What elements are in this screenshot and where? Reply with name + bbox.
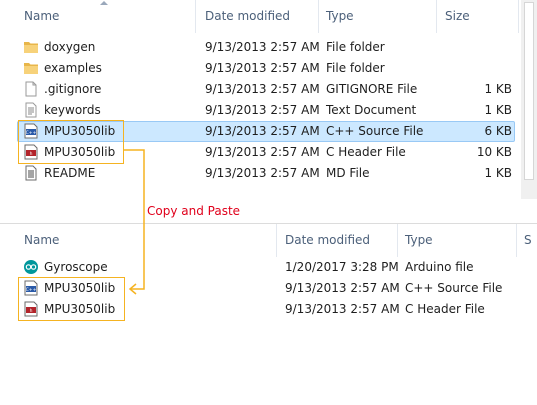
- column-divider[interactable]: [518, 0, 519, 33]
- md-file-icon: [25, 165, 37, 181]
- column-divider[interactable]: [195, 0, 196, 33]
- file-row[interactable]: Gyroscope 1/20/2017 3:28 PM Arduino file: [17, 257, 517, 278]
- file-date: 9/13/2013 2:57 AM: [285, 302, 400, 316]
- file-name: examples: [44, 61, 102, 75]
- file-name: keywords: [44, 103, 101, 117]
- file-date: 9/13/2013 2:57 AM: [205, 145, 320, 159]
- file-row[interactable]: doxygen 9/13/2013 2:57 AM File folder: [17, 37, 515, 58]
- column-header-date-modified[interactable]: Date modified: [205, 9, 290, 23]
- file-row[interactable]: examples 9/13/2013 2:57 AM File folder: [17, 58, 515, 79]
- folder-icon: [24, 42, 38, 53]
- file-row[interactable]: keywords 9/13/2013 2:57 AM Text Document…: [17, 100, 515, 121]
- file-type: File folder: [326, 61, 385, 75]
- column-divider[interactable]: [318, 0, 319, 33]
- column-divider[interactable]: [436, 0, 437, 33]
- column-header-name[interactable]: Name: [24, 9, 59, 23]
- blank-file-icon: [25, 81, 37, 97]
- column-header-bar: Name Date modified Type Size: [0, 0, 537, 33]
- file-date: 1/20/2017 3:28 PM: [285, 260, 399, 274]
- file-date: 9/13/2013 2:57 AM: [285, 281, 400, 295]
- file-name: Gyroscope: [44, 260, 108, 274]
- file-name: doxygen: [44, 40, 96, 54]
- vertical-scrollbar[interactable]: [521, 0, 537, 199]
- file-name: README: [44, 166, 96, 180]
- column-header-name[interactable]: Name: [24, 233, 59, 247]
- source-folder-file-list: Name Date modified Type Size doxygen 9/1…: [0, 0, 537, 199]
- column-header-date-modified[interactable]: Date modified: [285, 233, 370, 247]
- file-date: 9/13/2013 2:57 AM: [205, 40, 320, 54]
- column-header-type[interactable]: Type: [405, 233, 433, 247]
- column-header-size[interactable]: S: [524, 233, 532, 247]
- destination-files-highlight-box: [18, 277, 125, 321]
- column-header-type[interactable]: Type: [326, 9, 354, 23]
- column-header-bar: Name Date modified Type S: [0, 224, 537, 257]
- file-size: 1 KB: [484, 82, 512, 96]
- sort-ascending-icon: [100, 1, 108, 5]
- file-date: 9/13/2013 2:57 AM: [205, 103, 320, 117]
- column-divider[interactable]: [276, 224, 277, 257]
- file-type: C++ Source File: [405, 281, 503, 295]
- file-type: Arduino file: [405, 260, 474, 274]
- file-name: .gitignore: [44, 82, 102, 96]
- file-type: MD File: [326, 166, 370, 180]
- file-type: C Header File: [326, 145, 406, 159]
- column-divider[interactable]: [397, 224, 398, 257]
- file-type: GITIGNORE File: [326, 82, 418, 96]
- copy-and-paste-label: Copy and Paste: [147, 204, 241, 218]
- file-date: 9/13/2013 2:57 AM: [205, 61, 320, 75]
- file-type: C++ Source File: [326, 124, 424, 138]
- file-type: C Header File: [405, 302, 485, 316]
- file-date: 9/13/2013 2:57 AM: [205, 82, 320, 96]
- text-file-icon: [25, 102, 37, 118]
- file-size: 10 KB: [476, 145, 512, 159]
- arduino-file-icon: [24, 260, 38, 274]
- file-row[interactable]: .gitignore 9/13/2013 2:57 AM GITIGNORE F…: [17, 79, 515, 100]
- file-size: 6 KB: [484, 124, 512, 138]
- scrollbar-thumb[interactable]: [524, 2, 534, 180]
- column-divider[interactable]: [516, 224, 517, 257]
- file-date: 9/13/2013 2:57 AM: [205, 124, 320, 138]
- file-date: 9/13/2013 2:57 AM: [205, 166, 320, 180]
- file-type: File folder: [326, 40, 385, 54]
- source-files-highlight-box: [18, 120, 124, 164]
- folder-icon: [24, 63, 38, 74]
- file-size: 1 KB: [484, 103, 512, 117]
- file-size: 1 KB: [484, 166, 512, 180]
- file-type: Text Document: [326, 103, 417, 117]
- file-row[interactable]: README 9/13/2013 2:57 AM MD File 1 KB: [17, 163, 515, 184]
- column-header-size[interactable]: Size: [445, 9, 470, 23]
